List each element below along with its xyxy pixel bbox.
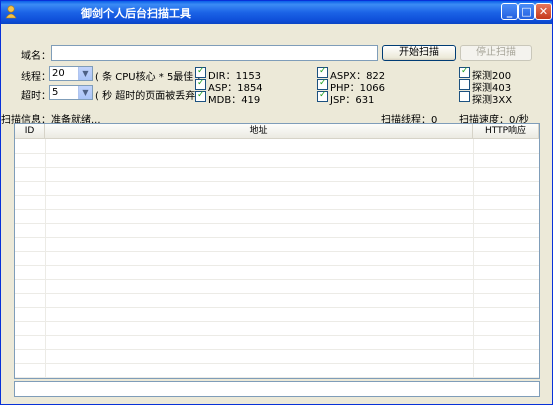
- table-row-line: [15, 321, 539, 322]
- threads-hint: ( 条 CPU核心 * 5最佳 ): [95, 72, 201, 83]
- table-row-line: [15, 265, 539, 266]
- timeout-select[interactable]: 5 ▼: [49, 85, 93, 100]
- probe-checkbox-403-box[interactable]: [459, 79, 470, 90]
- table-row-line: [15, 209, 539, 210]
- dict-label-mdb: MDB：419: [208, 95, 261, 106]
- threads-label: 线程：: [21, 72, 51, 83]
- checkmark-icon: ✓: [197, 78, 205, 88]
- timeout-value: 5: [52, 87, 59, 98]
- column-divider: [45, 139, 46, 378]
- dict-checkbox-jsp-box[interactable]: ✓: [317, 90, 328, 102]
- table-row-line: [15, 363, 539, 364]
- table-header: ID 地址 HTTP响应: [15, 124, 539, 139]
- dict-checkbox-dir-box[interactable]: ✓: [195, 66, 206, 78]
- title-bar[interactable]: 御剑个人后台扫描工具 _ □ ✕: [1, 1, 552, 24]
- threads-value: 20: [52, 68, 65, 79]
- checkmark-icon: ✓: [319, 66, 327, 76]
- table-row-line: [15, 279, 539, 280]
- chevron-down-icon: ▼: [78, 67, 92, 80]
- table-row-line: [15, 251, 539, 252]
- column-header-id[interactable]: ID: [15, 124, 45, 138]
- dict-label-jsp: JSP：631: [330, 95, 375, 106]
- column-header-http[interactable]: HTTP响应: [473, 124, 539, 138]
- progress-bar: [14, 381, 540, 397]
- timeout-label: 超时：: [21, 91, 51, 102]
- probe-label-3xx: 探测3XX: [472, 95, 513, 106]
- probe-checkbox-200-box[interactable]: ✓: [459, 66, 470, 78]
- close-button[interactable]: ✕: [535, 3, 552, 20]
- checkmark-icon: ✓: [197, 66, 205, 76]
- table-row-line: [15, 293, 539, 294]
- table-row-line: [15, 335, 539, 336]
- window-title: 御剑个人后台扫描工具: [81, 7, 191, 20]
- table-row-line: [15, 307, 539, 308]
- minimize-button[interactable]: _: [501, 3, 518, 20]
- checkmark-icon: ✓: [319, 78, 327, 88]
- table-row-line: [15, 237, 539, 238]
- app-logo-icon: [5, 5, 17, 19]
- timeout-hint: ( 秒 超时的页面被丢弃 ): [95, 91, 203, 102]
- dict-checkbox-aspx-box[interactable]: ✓: [317, 66, 328, 78]
- checkmark-icon: ✓: [197, 90, 205, 100]
- table-row-line: [15, 349, 539, 350]
- column-divider: [473, 139, 474, 378]
- checkmark-icon: ✓: [461, 66, 469, 76]
- maximize-button[interactable]: □: [518, 3, 535, 20]
- column-header-address[interactable]: 地址: [45, 124, 473, 138]
- chevron-down-icon: ▼: [78, 86, 92, 99]
- results-table[interactable]: ID 地址 HTTP响应: [14, 123, 540, 379]
- probe-checkbox-3xx-box[interactable]: [459, 91, 470, 102]
- minimize-icon: _: [506, 5, 513, 18]
- table-row-line: [15, 195, 539, 196]
- table-row-line: [15, 153, 539, 154]
- domain-label: 域名：: [21, 51, 51, 62]
- threads-select[interactable]: 20 ▼: [49, 66, 93, 81]
- dict-checkbox-asp-box[interactable]: ✓: [195, 78, 206, 90]
- dict-checkbox-php-box[interactable]: ✓: [317, 78, 328, 90]
- stop-scan-button[interactable]: 停止扫描: [460, 45, 532, 61]
- maximize-icon: □: [521, 5, 532, 18]
- table-row-line: [15, 377, 539, 378]
- table-row-line: [15, 223, 539, 224]
- close-icon: ✕: [538, 5, 549, 18]
- table-row-line: [15, 167, 539, 168]
- dict-checkbox-mdb-box[interactable]: ✓: [195, 90, 206, 102]
- domain-input[interactable]: [51, 45, 378, 61]
- table-row-line: [15, 181, 539, 182]
- start-scan-button[interactable]: 开始扫描: [382, 45, 456, 61]
- app-window: 御剑个人后台扫描工具 _ □ ✕ 域名： 开始扫描 停止扫描 线程： 20 ▼ …: [0, 0, 553, 405]
- checkmark-icon: ✓: [319, 90, 327, 100]
